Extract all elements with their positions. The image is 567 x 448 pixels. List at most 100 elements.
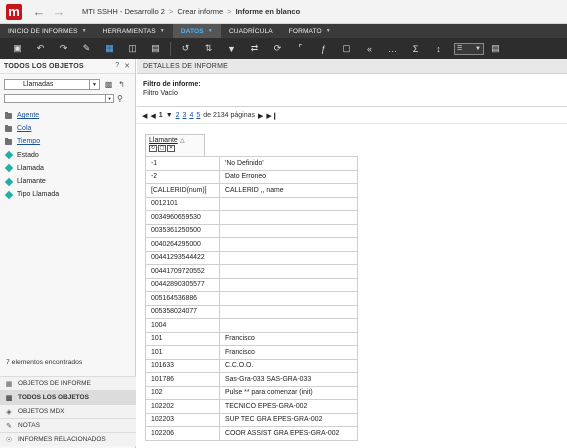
cell-id[interactable]: 0034960659530: [145, 210, 220, 225]
search-input[interactable]: ▼: [4, 94, 114, 103]
cell-id[interactable]: -2: [145, 169, 220, 184]
cell-id[interactable]: 101: [145, 331, 220, 346]
cell-id[interactable]: 00442890305577: [145, 277, 220, 292]
tree-item-agente[interactable]: Agente: [5, 109, 59, 122]
table-row[interactable]: 00442890305577: [145, 277, 358, 292]
formula-icon[interactable]: ƒ: [312, 40, 335, 57]
back-arrow-icon[interactable]: ←: [32, 4, 46, 19]
layout-dropdown[interactable]: ☰ ▼: [454, 42, 484, 55]
cell-name[interactable]: [219, 250, 358, 265]
page-link[interactable]: 3: [183, 112, 187, 119]
cell-name[interactable]: [219, 318, 358, 333]
graph-view-icon[interactable]: ▤: [144, 40, 167, 57]
hide-icon[interactable]: ▢: [158, 145, 166, 152]
cell-id[interactable]: 1004: [145, 318, 220, 333]
table-row[interactable]: 101 Francisco: [145, 331, 358, 346]
table-row[interactable]: 101 Francisco: [145, 345, 358, 360]
forward-arrow-icon[interactable]: →: [52, 4, 66, 19]
tab-objetos-de-informe[interactable]: ▦ OBJETOS DE INFORME: [0, 376, 136, 390]
cell-name[interactable]: [219, 237, 358, 252]
details-header[interactable]: DETALLES DE INFORME: [137, 59, 567, 74]
cell-name[interactable]: [219, 277, 358, 292]
tree-item-tipo-llamada[interactable]: Tipo Llamada: [4, 188, 59, 201]
refresh-icon[interactable]: ⟳: [266, 40, 289, 57]
tab-objetos-mdx[interactable]: ◈ OBJETOS MDX: [0, 404, 136, 418]
table-row[interactable]: 0034960659530: [145, 210, 358, 225]
collapse-icon[interactable]: ↕: [427, 40, 450, 57]
tab-notas[interactable]: ✎ NOTAS: [0, 418, 136, 432]
cell-name[interactable]: Sas-Gra-033 SAS-GRA-033: [219, 372, 358, 387]
cell-id[interactable]: 0012101: [145, 196, 220, 211]
cell-name[interactable]: Francisco: [219, 331, 358, 346]
table-row[interactable]: 005164536886: [145, 291, 358, 306]
cell-id[interactable]: 102202: [145, 399, 220, 414]
next-page-icon[interactable]: ▶: [258, 112, 263, 120]
cell-id[interactable]: 101: [145, 345, 220, 360]
table-row[interactable]: -2 Dato Erroneo: [145, 169, 358, 184]
first-page-icon[interactable]: ◀: [142, 112, 147, 120]
sum-icon[interactable]: Σ: [404, 40, 427, 57]
cell-name[interactable]: SUP TEC GRA EPES-GRA-002: [219, 412, 358, 427]
table-row[interactable]: 0035361250500: [145, 223, 358, 238]
cell-name[interactable]: Pulse ** para comenzar (init): [219, 385, 358, 400]
undo-icon[interactable]: ↶: [29, 40, 52, 57]
menu-formato[interactable]: FORMATO ▼: [281, 24, 339, 38]
up-level-icon[interactable]: ↰: [117, 80, 126, 89]
cell-name[interactable]: [219, 264, 358, 279]
cell-id[interactable]: 102: [145, 385, 220, 400]
pivot-icon[interactable]: ↻: [149, 145, 157, 152]
table-row[interactable]: [CALLERID(num)] CALLERID ,, name: [145, 183, 358, 198]
table-row[interactable]: 102203 SUP TEC GRA EPES-GRA-002: [145, 412, 358, 427]
cell-name[interactable]: Dato Erroneo: [219, 169, 358, 184]
table-row[interactable]: 0012101: [145, 196, 358, 211]
cell-id[interactable]: 005164536886: [145, 291, 220, 306]
tab-informes-relacionados[interactable]: ☉ INFORMES RELACIONADOS: [0, 432, 136, 446]
pivot-icon[interactable]: ↺: [174, 40, 197, 57]
folder-browse-icon[interactable]: ▩: [104, 80, 113, 89]
menu-herramientas[interactable]: HERRAMIENTAS ▼: [95, 24, 173, 38]
cell-name[interactable]: COOR ASSIST GRA EPES-GRA-002: [219, 426, 358, 441]
cell-name[interactable]: C.C.O.O.: [219, 358, 358, 373]
cell-name[interactable]: [219, 223, 358, 238]
prev-page-icon[interactable]: ◀: [150, 112, 155, 120]
page-link[interactable]: 2: [176, 112, 180, 119]
tab-todos-los-objetos[interactable]: ▩ TODOS LOS OBJETOS: [0, 390, 136, 404]
chevron-down-icon[interactable]: ▼: [166, 112, 173, 119]
hide-icon[interactable]: ▢: [335, 40, 358, 57]
tree-item-cola[interactable]: Cola: [5, 122, 59, 135]
menu-datos[interactable]: DATOS ▼: [172, 24, 221, 38]
table-row[interactable]: 0040264295000: [145, 237, 358, 252]
table-row[interactable]: 102206 COOR ASSIST GRA EPES-GRA-002: [145, 426, 358, 441]
report-filter[interactable]: Filtro de informe: Filtro Vacío: [137, 74, 567, 107]
filter-icon[interactable]: ▼: [220, 40, 243, 57]
grid-graph-icon[interactable]: ◫: [121, 40, 144, 57]
object-type-select[interactable]: Llamadas ▼: [4, 79, 100, 90]
menu-inicio-informes[interactable]: INICIO DE INFORMES ▼: [0, 24, 95, 38]
cell-id[interactable]: 101786: [145, 372, 220, 387]
cell-id[interactable]: -1: [145, 156, 220, 171]
table-row[interactable]: 102202 TECNICO EPES-GRA-002: [145, 399, 358, 414]
menu-cuadricula[interactable]: CUADRÍCULA: [221, 24, 281, 38]
tree-item-llamante[interactable]: Llamante: [4, 175, 59, 188]
table-row[interactable]: 101786 Sas-Gra-033 SAS-GRA-033: [145, 372, 358, 387]
cell-name[interactable]: [219, 304, 358, 319]
cell-id[interactable]: 0035361250500: [145, 223, 220, 238]
help-icon[interactable]: ?: [115, 62, 119, 70]
tree-item-llamada[interactable]: Llamada: [4, 162, 59, 175]
cell-id[interactable]: 0040264295000: [145, 237, 220, 252]
cell-id[interactable]: 101633: [145, 358, 220, 373]
last-page-icon[interactable]: ▶❙: [266, 112, 277, 120]
table-row[interactable]: 101633 C.C.O.O.: [145, 358, 358, 373]
table-row[interactable]: 1004: [145, 318, 358, 333]
cell-name[interactable]: CALLERID ,, name: [219, 183, 358, 198]
cell-id[interactable]: 102203: [145, 412, 220, 427]
cell-id[interactable]: 102206: [145, 426, 220, 441]
tile-icon[interactable]: ▤: [484, 40, 507, 57]
table-row[interactable]: -1 'No Definido': [145, 156, 358, 171]
table-row[interactable]: 005358024077: [145, 304, 358, 319]
breadcrumb-project[interactable]: MTI SSHH - Desarrollo 2: [82, 7, 165, 16]
close-icon[interactable]: ✕: [167, 145, 175, 152]
page-link[interactable]: 5: [196, 112, 200, 119]
swap-icon[interactable]: ⇄: [243, 40, 266, 57]
redo-icon[interactable]: ↷: [52, 40, 75, 57]
